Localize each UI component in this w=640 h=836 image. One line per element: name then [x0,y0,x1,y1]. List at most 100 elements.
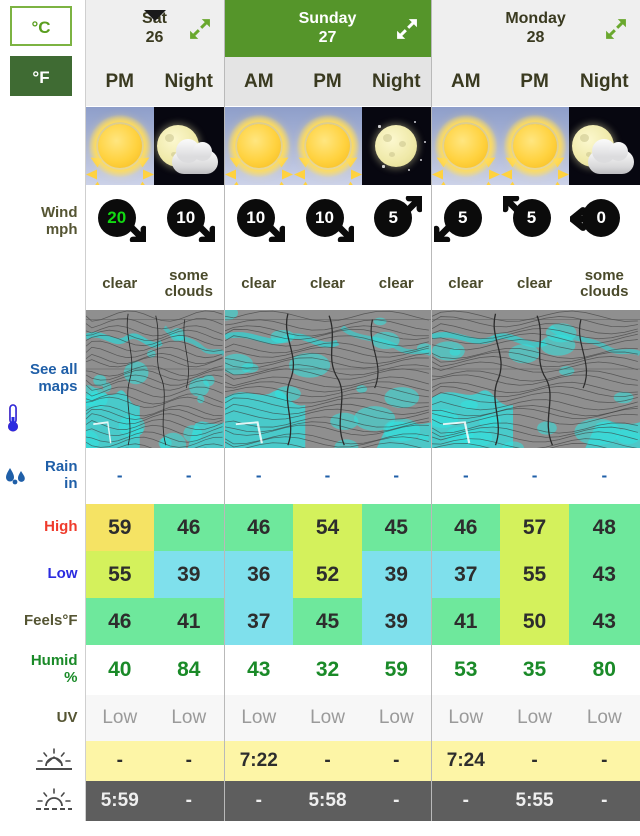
weather-icon-cell-0[interactable] [84,106,154,186]
low-row-cell-7: 43 [569,551,640,598]
rain-label: Rain in [0,448,86,504]
weather-map-thumbnail-2[interactable] [430,310,640,448]
day-header-2[interactable]: Monday 28 [430,0,640,58]
moon-cloud-icon [154,107,224,185]
unit-toggle-cell: °C °F [0,0,86,106]
humidity-row: Humid% 40 84 43 32 59 53 35 80 [0,645,640,695]
low-label: Low [0,404,86,598]
low-row-cell-2: 36 [223,551,293,598]
sun-icon [293,107,362,185]
sunrise-cell-0: - [84,741,154,781]
wind-cell-4: 5 [362,186,432,258]
feels-label-text: Feels°F [23,612,78,630]
moon-icon [362,107,431,185]
low-row-cell-4: 39 [362,551,432,598]
low-row-cell-5: 37 [430,551,501,598]
period-night-1[interactable]: Night [154,57,225,106]
sunrise-cell-3: - [293,741,362,781]
high-row-cell-1: 46 [154,504,225,551]
feels-row-cell-0: 46 [84,598,154,645]
condition-cell-2: clear [223,258,293,310]
sunrise-label [0,741,86,781]
condition-cell-4: clear [362,258,432,310]
sunrise-row: - -7:22- -7:24- - [0,741,640,781]
expand-arrows-icon[interactable] [602,15,630,43]
humidity-cell-1: 84 [154,645,225,695]
weather-map-thumbnail-0[interactable] [84,310,225,448]
rain-cell-2: - [223,448,293,504]
sunset-cell-6: 5:55 [500,781,570,821]
sun-icon [85,107,154,185]
expand-arrows-icon[interactable] [186,15,214,43]
weather-icon-cell-1[interactable] [154,106,225,186]
wind-speed-badge: 10 [305,198,344,237]
low-row-cell-1: 39 [154,551,225,598]
wind-speed-badge: 5 [374,198,413,237]
high-label: High [0,404,86,551]
weather-map-thumbnail-1[interactable] [223,310,432,448]
map-image [431,310,640,448]
sunset-cell-0: 5:59 [84,781,154,821]
period-pm-6[interactable]: PM [500,57,570,106]
sunset-cell-2: - [223,781,293,821]
rain-drops-icon [4,465,32,487]
sunrise-cell-7: - [569,741,640,781]
high-row-cell-7: 48 [569,504,640,551]
fahrenheit-button[interactable]: °F [10,56,72,96]
rain-cell-3: - [293,448,362,504]
feels-label: Feels°F [0,598,86,645]
humidity-cell-4: 59 [362,645,432,695]
sunrise-cell-5: 7:24 [430,741,501,781]
sunrise-icon [33,746,75,772]
period-am-2[interactable]: AM [223,57,293,106]
feels-row-cell-3: 45 [293,598,362,645]
weather-icon-cell-4[interactable] [362,106,432,186]
period-pm-0[interactable]: PM [84,57,154,106]
uv-row: UV Low Low Low Low Low Low Low Low [0,695,640,741]
rain-cell-0: - [84,448,154,504]
feels-row-cell-6: 50 [500,598,570,645]
condition-cell-3: clear [293,258,362,310]
humidity-cell-3: 32 [293,645,362,695]
maps-row: See all maps [0,310,640,448]
wind-cell-0: 20 [84,186,154,258]
sunrise-cell-6: - [500,741,570,781]
weather-icon-cell-5[interactable] [430,106,501,186]
weather-forecast-panel: °C °F Sat 26 Sunday 27 Monday 28 PM Night AM PM Nigh… [0,0,640,836]
period-night-7[interactable]: Night [569,57,640,106]
sunset-label [0,781,86,821]
rain-cell-6: - [500,448,570,504]
uv-cell-3: Low [293,695,362,741]
day-header-1[interactable]: Sunday 27 [223,0,432,58]
period-night-4[interactable]: Night [362,57,432,106]
high-row-cell-6: 57 [500,504,570,551]
low-row-cell-6: 55 [500,551,570,598]
feels-row: Feels°F 46 41 37 45 39 41 50 43 [0,598,640,645]
weather-icon-cell-2[interactable] [223,106,293,186]
weather-icon-cell-3[interactable] [293,106,362,186]
humid-unit-text: % [64,669,78,686]
rain-unit-text: in [64,475,78,492]
day-header-0[interactable]: Sat 26 [84,0,225,58]
low-row-cell-3: 52 [293,551,362,598]
humidity-label: Humid% [0,645,86,695]
weather-icon-cell-6[interactable] [500,106,570,186]
maps-text: maps [38,378,78,395]
icon-row [0,106,640,186]
sunrise-cell-2: 7:22 [223,741,293,781]
high-row-cell-4: 45 [362,504,432,551]
rain-cell-7: - [569,448,640,504]
condition-cell-1: some clouds [154,258,225,310]
expand-arrows-icon[interactable] [393,15,421,43]
rain-cell-1: - [154,448,225,504]
thermometer-low-icon [6,403,20,433]
sun-icon [431,107,501,185]
wind-cell-3: 10 [293,186,362,258]
sunrise-cell-4: - [362,741,432,781]
sunset-cell-5: - [430,781,501,821]
period-am-5[interactable]: AM [430,57,501,106]
weather-icon-cell-7[interactable] [569,106,640,186]
period-pm-3[interactable]: PM [293,57,362,106]
celsius-button[interactable]: °C [10,6,72,46]
uv-cell-0: Low [84,695,154,741]
